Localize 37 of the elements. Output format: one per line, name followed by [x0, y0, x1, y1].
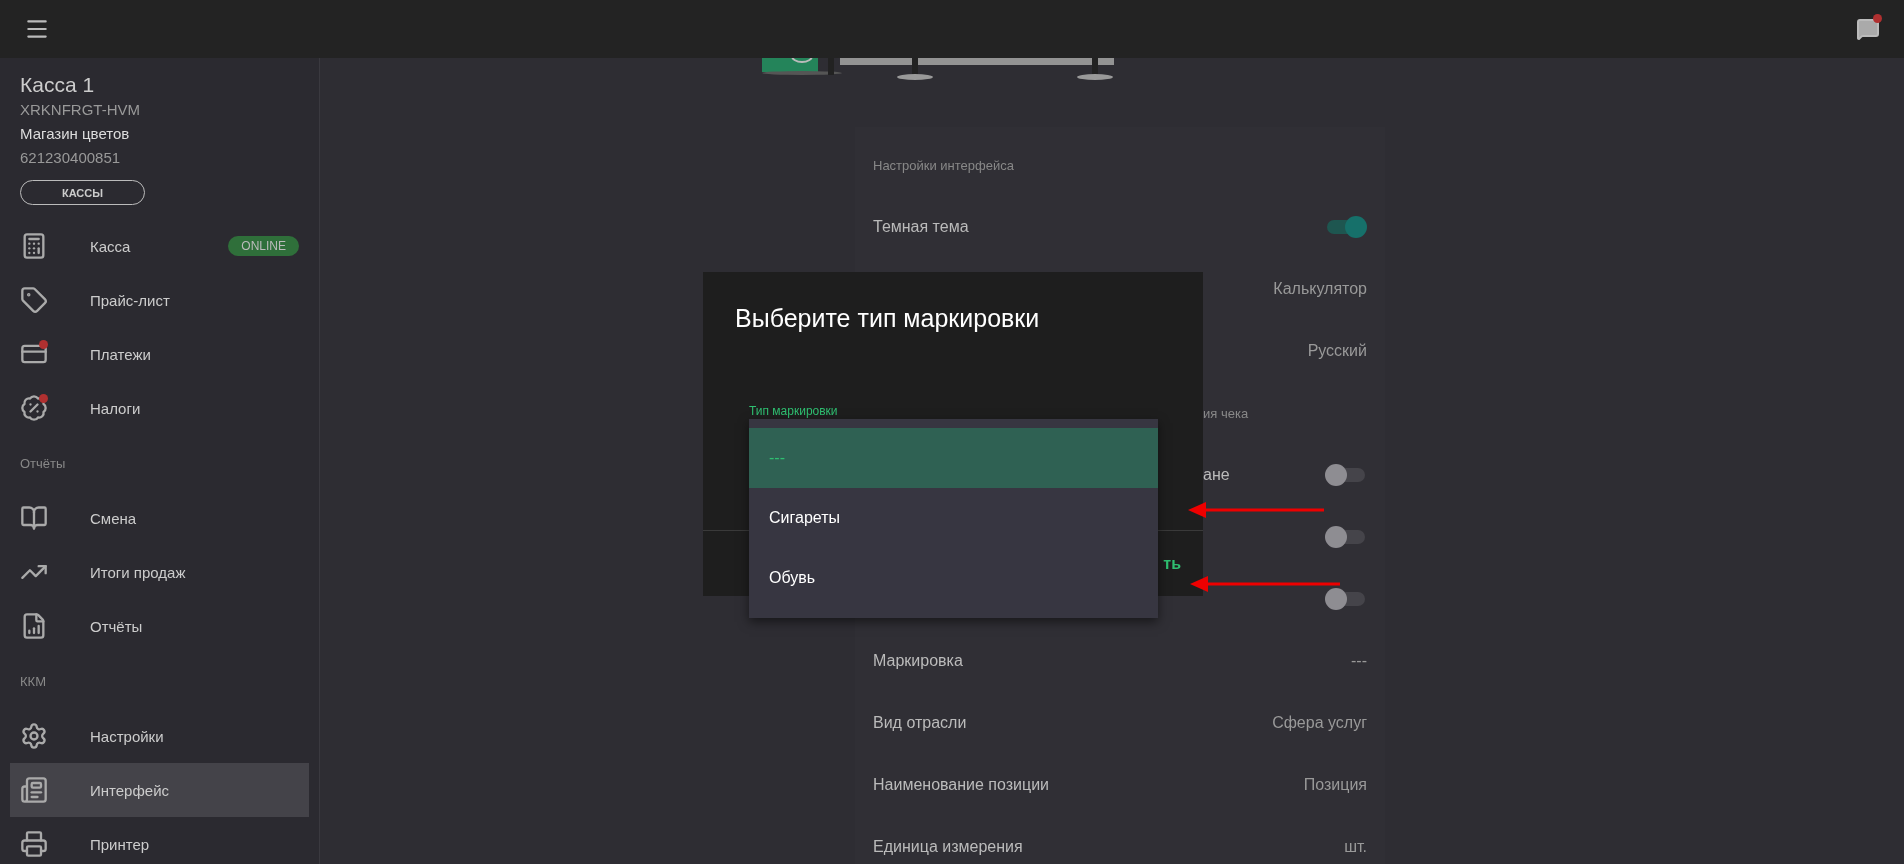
shop-name: Магазин цветов	[19, 124, 131, 144]
setting-label: ане	[1203, 466, 1230, 484]
nav-item[interactable]: Платежи	[10, 327, 309, 381]
setting-value[interactable]: Позиция	[1303, 776, 1367, 794]
nav-item[interactable]: Принтер	[10, 817, 309, 864]
nav-item[interactable]: Касса ONLINE	[10, 219, 309, 273]
setting-label: Вид отрасли	[873, 714, 967, 732]
nav-item[interactable]: Смена	[10, 491, 309, 545]
nav-item[interactable]: Налоги	[10, 381, 309, 435]
field-label: Тип маркировки	[749, 404, 838, 418]
setting-label: Темная тема	[873, 218, 969, 236]
setting-value[interactable]: шт.	[1344, 838, 1367, 856]
chat-icon[interactable]	[1856, 17, 1880, 41]
dialog-button[interactable]: ть	[1163, 554, 1181, 573]
setting-value[interactable]: Русский	[1307, 342, 1367, 360]
dropdown-option[interactable]: Обувь	[749, 548, 1158, 608]
nav-item[interactable]: Настройки	[10, 709, 309, 763]
dropdown-option[interactable]: Сигареты	[749, 488, 1158, 548]
nav-item[interactable]: Итоги продаж	[10, 545, 309, 599]
setting-label: Наименование позиции	[873, 776, 1050, 794]
setting-label: Единица измерения	[873, 838, 1023, 856]
nav-section-label: Отчёты	[19, 454, 67, 473]
register-inn: 621230400851	[19, 148, 122, 168]
setting-value[interactable]: Сфера услуг	[1272, 714, 1367, 732]
nav-item[interactable]: Интерфейс	[10, 763, 309, 817]
section-label: ия чека	[1203, 405, 1249, 421]
nav-section-label: ККМ	[19, 672, 47, 691]
register-title: Касса 1	[19, 72, 96, 98]
dialog-title: Выберите тип маркировки	[734, 303, 1041, 334]
setting-value[interactable]: Калькулятор	[1273, 280, 1367, 298]
setting-label: Маркировка	[873, 652, 963, 670]
status-badge: ONLINE	[228, 236, 299, 256]
setting-value[interactable]: ---	[1351, 652, 1367, 670]
nav-item[interactable]: Прайс-лист	[10, 273, 309, 327]
section-label: Настройки интерфейса	[873, 157, 1014, 173]
nav-item[interactable]: Отчёты	[10, 599, 309, 653]
register-serial: XRKNFRGT-HVM	[19, 100, 141, 120]
